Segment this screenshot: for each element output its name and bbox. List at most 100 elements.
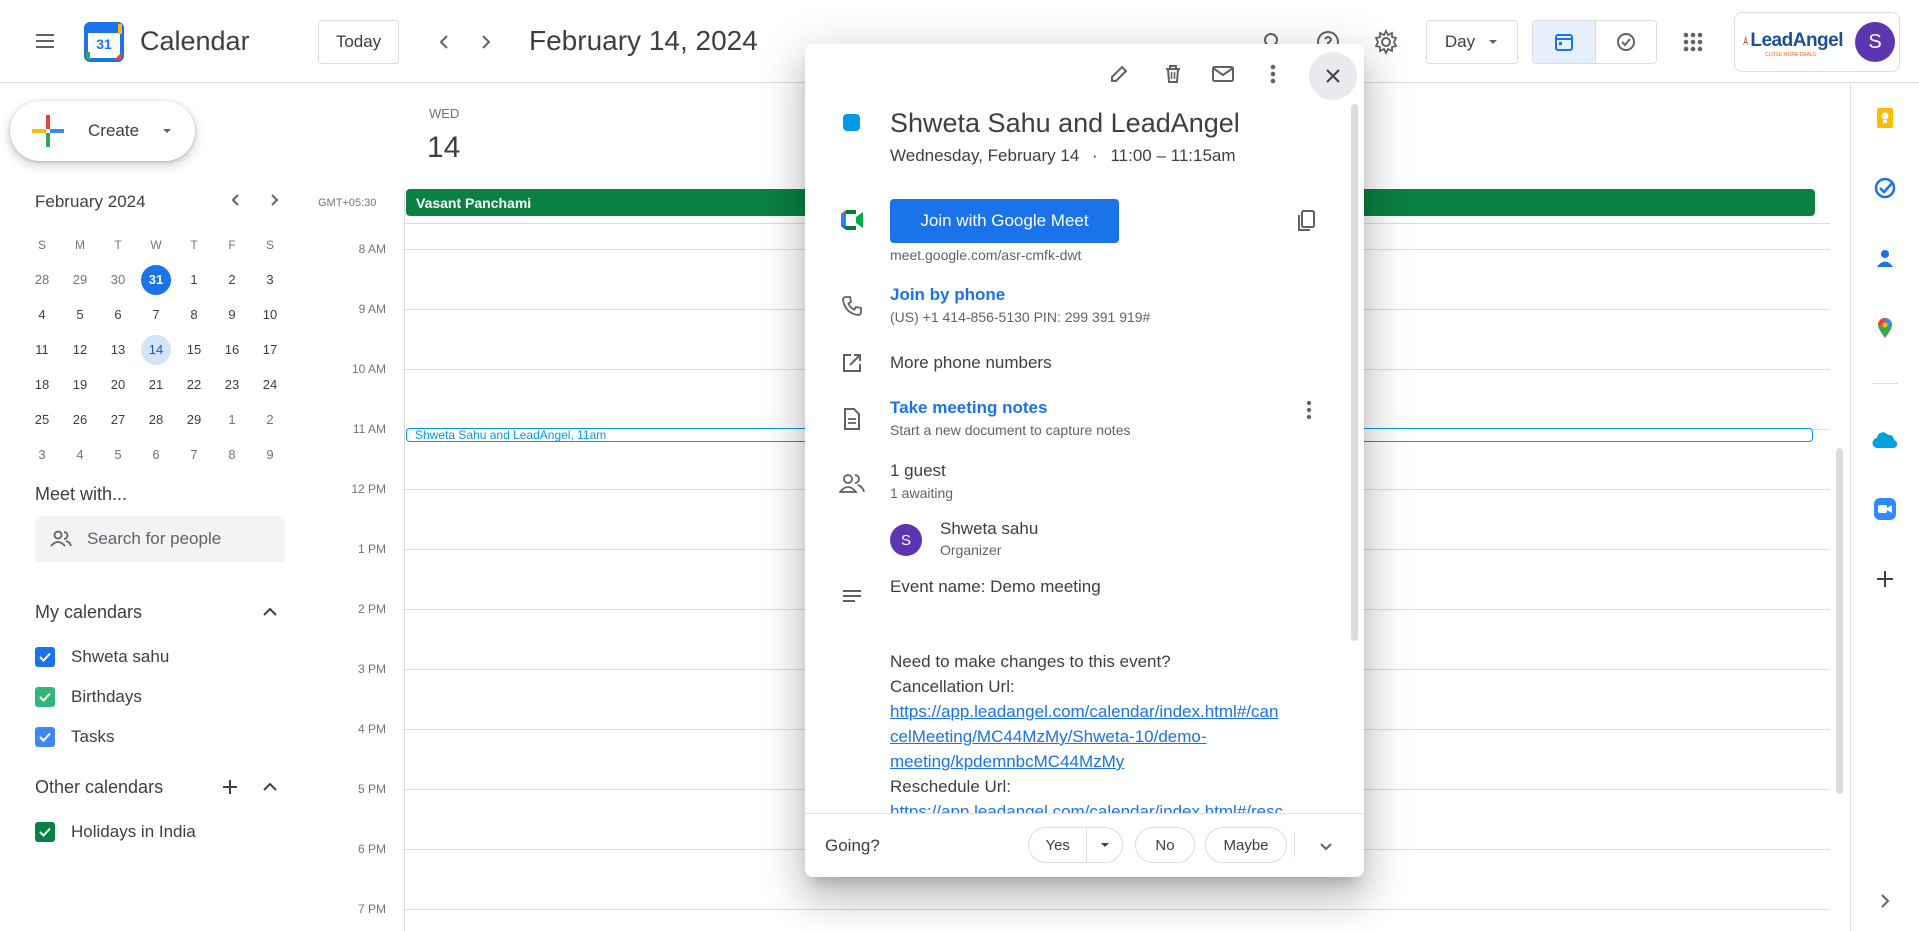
notes-more-options-icon[interactable]	[1293, 394, 1325, 426]
app-name[interactable]: Calendar	[140, 26, 250, 57]
view-selector[interactable]: Day	[1426, 20, 1518, 64]
email-guests-icon[interactable]	[1203, 54, 1243, 94]
join-by-phone-link[interactable]: Join by phone	[890, 285, 1005, 305]
settings-gear-icon[interactable]	[1366, 22, 1406, 62]
mini-day[interactable]: 28	[137, 402, 175, 437]
mini-day[interactable]: 19	[61, 367, 99, 402]
zoom-icon[interactable]	[1870, 494, 1900, 524]
calendar-logo-icon[interactable]: 31	[84, 22, 124, 62]
delete-event-trash-icon[interactable]	[1153, 54, 1193, 94]
copy-link-icon[interactable]	[1286, 201, 1326, 241]
today-button[interactable]: Today	[318, 20, 399, 64]
more-phone-numbers-link[interactable]: More phone numbers	[890, 353, 1052, 373]
edit-event-pencil-icon[interactable]	[1099, 54, 1139, 94]
mini-day[interactable]: 4	[61, 437, 99, 472]
previous-day-icon[interactable]	[425, 22, 465, 62]
mini-day[interactable]: 7	[137, 297, 175, 332]
mini-day-today[interactable]: 31	[137, 262, 175, 297]
next-day-icon[interactable]	[465, 22, 505, 62]
create-button[interactable]: Create	[10, 101, 195, 161]
search-people-input[interactable]: Search for people	[35, 516, 285, 562]
popup-scrollbar[interactable]	[1351, 104, 1358, 641]
mini-day[interactable]: 5	[99, 437, 137, 472]
calendar-checkbox[interactable]	[35, 687, 55, 707]
mini-day[interactable]: 20	[99, 367, 137, 402]
mini-day[interactable]: 22	[175, 367, 213, 402]
mini-day[interactable]: 6	[137, 437, 175, 472]
mini-day[interactable]: 11	[23, 332, 61, 367]
mini-day[interactable]: 12	[61, 332, 99, 367]
mini-day[interactable]: 15	[175, 332, 213, 367]
day-header-number[interactable]: 14	[427, 131, 460, 165]
mini-day[interactable]: 7	[175, 437, 213, 472]
mini-day[interactable]: 24	[251, 367, 289, 402]
cancellation-url-link[interactable]: https://app.leadangel.com/calendar/index…	[890, 699, 1330, 774]
mini-day[interactable]: 8	[175, 297, 213, 332]
mini-next-month-icon[interactable]	[260, 186, 288, 214]
add-addon-icon[interactable]	[1870, 564, 1900, 594]
mini-day[interactable]: 26	[61, 402, 99, 437]
more-options-icon[interactable]	[1253, 54, 1293, 94]
my-calendars-heading[interactable]: My calendars	[35, 602, 142, 623]
mini-day[interactable]: 1	[175, 262, 213, 297]
mini-day[interactable]: 28	[23, 262, 61, 297]
rsvp-yes-button[interactable]: Yes	[1029, 837, 1086, 854]
mini-day[interactable]: 4	[23, 297, 61, 332]
mini-day[interactable]: 30	[99, 262, 137, 297]
calendar-checkbox[interactable]	[35, 822, 55, 842]
expand-rsvp-icon[interactable]	[1309, 829, 1343, 863]
keep-icon[interactable]	[1870, 103, 1900, 133]
maps-icon[interactable]	[1870, 313, 1900, 343]
mini-day[interactable]: 3	[23, 437, 61, 472]
mini-day[interactable]: 9	[251, 437, 289, 472]
tasks-icon[interactable]	[1870, 173, 1900, 203]
mini-day[interactable]: 27	[99, 402, 137, 437]
tasks-view-icon[interactable]	[1594, 21, 1657, 63]
mini-day[interactable]: 25	[23, 402, 61, 437]
meet-link[interactable]: meet.google.com/asr-cmfk-dwt	[890, 247, 1081, 263]
mini-day[interactable]: 5	[61, 297, 99, 332]
mini-day[interactable]: 16	[213, 332, 251, 367]
mini-day[interactable]: 6	[99, 297, 137, 332]
mini-day[interactable]: 3	[251, 262, 289, 297]
mini-day[interactable]: 29	[61, 262, 99, 297]
guest-count[interactable]: 1 guest	[890, 461, 946, 481]
account-avatar[interactable]: S	[1855, 22, 1895, 62]
add-other-calendar-icon[interactable]	[216, 773, 244, 801]
mini-day[interactable]: 9	[213, 297, 251, 332]
guest-avatar[interactable]: S	[890, 524, 922, 556]
calendar-item-holidays-in-india[interactable]: Holidays in India	[35, 822, 196, 842]
calendar-checkbox[interactable]	[35, 647, 55, 667]
mini-day[interactable]: 1	[213, 402, 251, 437]
other-calendars-heading[interactable]: Other calendars	[35, 777, 163, 798]
google-apps-icon[interactable]	[1673, 22, 1713, 62]
account-chip[interactable]: LeadAngel CLOSE MORE DEALS S	[1734, 12, 1900, 72]
calendar-checkbox[interactable]	[35, 727, 55, 747]
calendar-item-shweta-sahu[interactable]: Shweta sahu	[35, 647, 169, 667]
mini-day[interactable]: 29	[175, 402, 213, 437]
mini-day[interactable]: 2	[213, 262, 251, 297]
close-popup-icon[interactable]	[1309, 52, 1357, 100]
mini-day[interactable]: 23	[213, 367, 251, 402]
collapse-other-calendars-icon[interactable]	[256, 773, 284, 801]
mini-day[interactable]: 17	[251, 332, 289, 367]
mini-day[interactable]: 10	[251, 297, 289, 332]
calendar-item-tasks[interactable]: Tasks	[35, 727, 114, 747]
calendar-item-birthdays[interactable]: Birthdays	[35, 687, 142, 707]
contacts-icon[interactable]	[1870, 243, 1900, 273]
main-menu-icon[interactable]	[24, 20, 66, 62]
rsvp-maybe-button[interactable]: Maybe	[1205, 827, 1287, 863]
join-google-meet-button[interactable]: Join with Google Meet	[890, 199, 1119, 243]
salesforce-icon[interactable]	[1870, 425, 1900, 455]
mini-day-selected[interactable]: 14	[137, 332, 175, 367]
calendar-view-icon[interactable]	[1533, 21, 1595, 63]
rsvp-yes-dropdown-icon[interactable]	[1086, 828, 1122, 862]
mini-prev-month-icon[interactable]	[222, 186, 250, 214]
grid-scrollbar[interactable]	[1836, 448, 1843, 794]
rsvp-no-button[interactable]: No	[1135, 827, 1195, 863]
mini-day[interactable]: 2	[251, 402, 289, 437]
expand-side-panel-icon[interactable]	[1870, 886, 1900, 916]
guest-name[interactable]: Shweta sahu	[940, 519, 1038, 539]
mini-day[interactable]: 18	[23, 367, 61, 402]
mini-day[interactable]: 8	[213, 437, 251, 472]
